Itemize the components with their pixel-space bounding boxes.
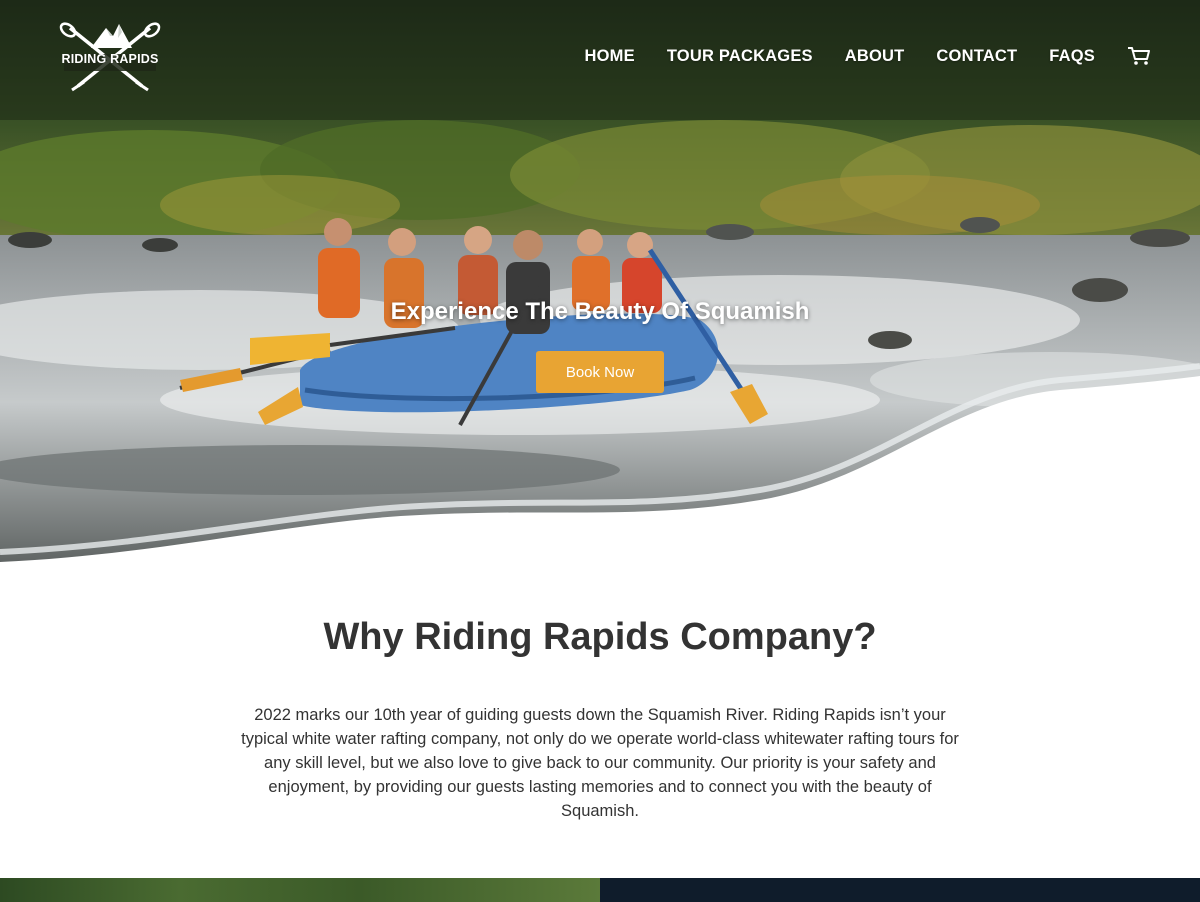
cart-icon[interactable] [1127,46,1151,66]
bottom-dark-panel [600,878,1200,902]
book-now-button[interactable]: Book Now [536,351,664,393]
nav-contact[interactable]: CONTACT [936,47,1017,66]
top-navbar: RIDING RAPIDS HOME TOUR PACKAGES ABOUT C… [0,0,1200,120]
nav-tour-packages[interactable]: TOUR PACKAGES [667,47,813,66]
nav-about[interactable]: ABOUT [845,47,905,66]
nav-faqs[interactable]: FAQS [1049,47,1095,66]
why-section-body: 2022 marks our 10th year of guiding gues… [241,706,959,820]
why-section-title: Why Riding Rapids Company? [323,616,877,658]
logo-text: RIDING RAPIDS [61,52,159,66]
bottom-image-strip [0,878,600,902]
hero-title: Experience The Beauty Of Squamish [390,298,810,325]
nav-home[interactable]: HOME [585,47,635,66]
main-navigation: HOME TOUR PACKAGES ABOUT CONTACT FAQS [553,46,1151,66]
riding-rapids-logo[interactable]: RIDING RAPIDS [58,18,162,92]
hero-section: RIDING RAPIDS HOME TOUR PACKAGES ABOUT C… [0,0,1200,570]
